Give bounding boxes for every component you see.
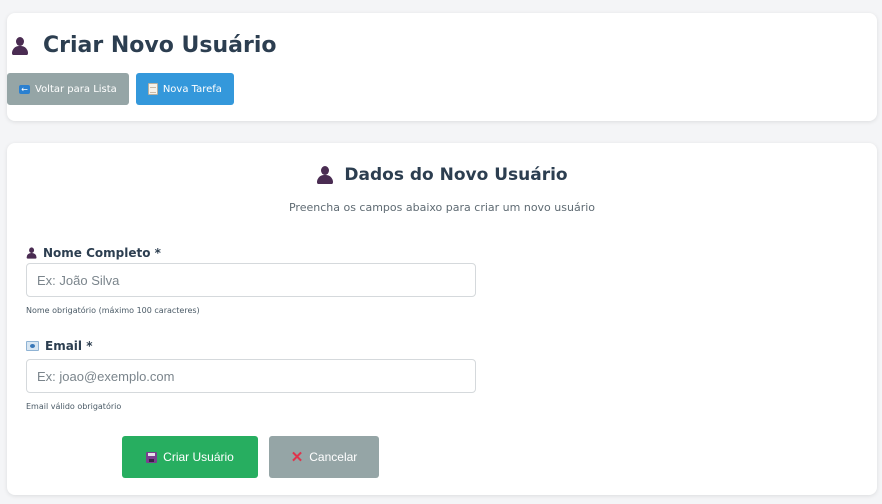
create-user-button[interactable]: Criar Usuário [122, 436, 258, 478]
new-user-form-card: Dados do Novo Usuário Preencha os campos… [7, 143, 877, 495]
new-task-button[interactable]: Nova Tarefa [135, 73, 234, 105]
page-title-text: Criar Novo Usuário [43, 33, 277, 58]
back-arrow-icon: ← [19, 84, 30, 94]
cancel-button[interactable]: ✕ Cancelar [269, 436, 379, 478]
back-to-list-label: Voltar para Lista [35, 83, 117, 95]
cancel-label: Cancelar [309, 450, 358, 464]
name-field-label-text: Nome Completo * [43, 246, 161, 260]
cross-mark-icon: ✕ [290, 448, 304, 466]
email-input[interactable] [26, 359, 476, 393]
create-user-label: Criar Usuário [163, 450, 234, 464]
email-field-label: Email * [26, 339, 92, 353]
id-card-icon [26, 341, 39, 351]
user-icon [11, 36, 29, 56]
form-subtitle: Preencha os campos abaixo para criar um … [288, 201, 596, 214]
user-icon [316, 165, 334, 185]
form-title: Dados do Novo Usuário [7, 165, 877, 185]
email-help-text: Email válido obrigatório [26, 402, 122, 411]
name-help-text: Nome obrigatório (máximo 100 caracteres) [26, 306, 200, 315]
form-actions: Criar Usuário ✕ Cancelar [122, 436, 379, 478]
notepad-icon [147, 83, 158, 95]
page-title: Criar Novo Usuário [11, 33, 277, 58]
form-title-text: Dados do Novo Usuário [344, 165, 568, 185]
full-name-input[interactable] [26, 263, 476, 297]
email-field-label-text: Email * [45, 339, 93, 353]
floppy-disk-icon [146, 451, 158, 463]
name-field-label: Nome Completo * [26, 243, 161, 263]
back-to-list-button[interactable]: ← Voltar para Lista [7, 73, 129, 105]
new-task-label: Nova Tarefa [162, 83, 222, 95]
user-icon [26, 247, 37, 259]
header-actions: ← Voltar para Lista Nova Tarefa [7, 73, 234, 105]
header-card: Criar Novo Usuário ← Voltar para Lista N… [7, 13, 877, 121]
